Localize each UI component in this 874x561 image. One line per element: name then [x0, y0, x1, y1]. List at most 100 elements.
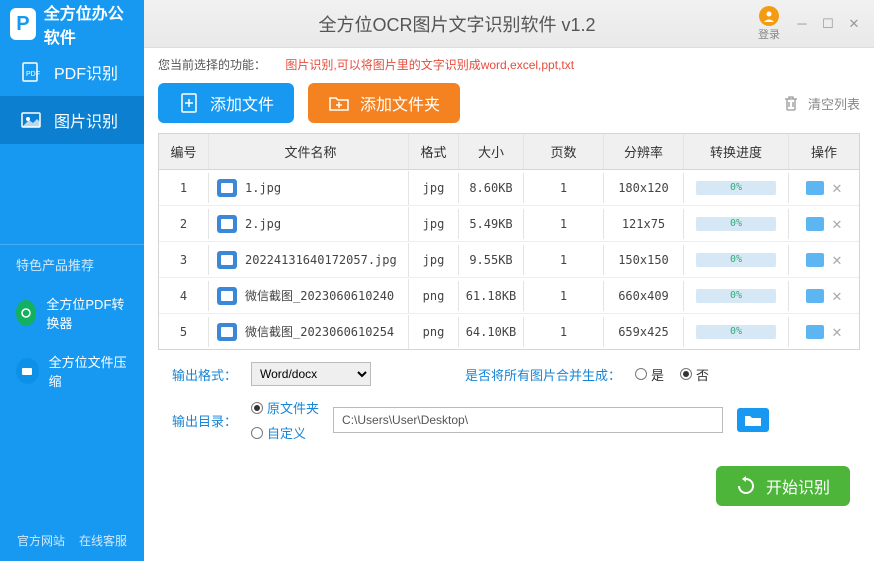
function-description-row: 您当前选择的功能： 图片识别,可以将图片里的文字识别成word,excel,pp… — [144, 48, 874, 77]
cell-name: 微信截图_2023060610254 — [209, 315, 409, 349]
cell-size: 8.60KB — [459, 173, 524, 203]
radio-icon — [680, 368, 692, 380]
open-folder-button[interactable] — [806, 325, 824, 339]
cell-name: 微信截图_2023060610240 — [209, 279, 409, 313]
cell-format: jpg — [409, 209, 459, 239]
official-site-link[interactable]: 官方网站 — [17, 532, 65, 549]
nav-pdf-recognition[interactable]: PDF PDF识别 — [0, 48, 144, 96]
maximize-button[interactable]: ☐ — [820, 16, 836, 32]
cell-resolution: 180x120 — [604, 173, 684, 203]
app-title: 全方位OCR图片文字识别软件 v1.2 — [156, 11, 758, 37]
titlebar: 全方位OCR图片文字识别软件 v1.2 登录 ─ ☐ ✕ — [144, 0, 874, 48]
dir-original-radio[interactable]: 原文件夹 — [251, 398, 319, 417]
output-path-input[interactable] — [333, 407, 723, 433]
cell-size: 5.49KB — [459, 209, 524, 239]
remove-row-button[interactable]: ✕ — [832, 322, 842, 341]
cell-progress: 0% — [684, 209, 789, 239]
open-folder-button[interactable] — [806, 253, 824, 267]
open-folder-button[interactable] — [806, 181, 824, 195]
nav-label: PDF识别 — [54, 60, 118, 84]
app-logo-icon — [10, 8, 36, 40]
customer-service-link[interactable]: 在线客服 — [79, 532, 127, 549]
table-row[interactable]: 22.jpgjpg5.49KB1121x750%✕ — [159, 206, 859, 242]
table-header: 编号 文件名称 格式 大小 页数 分辨率 转换进度 操作 — [159, 134, 859, 170]
table-row[interactable]: 4微信截图_2023060610240png61.18KB1660x4090%✕ — [159, 278, 859, 314]
output-dir-label: 输出目录： — [172, 411, 237, 430]
browse-folder-button[interactable] — [737, 408, 769, 432]
toolbar: 添加文件 添加文件夹 清空列表 — [144, 77, 874, 133]
remove-row-button[interactable]: ✕ — [832, 178, 842, 197]
remove-row-button[interactable]: ✕ — [832, 250, 842, 269]
remove-row-button[interactable]: ✕ — [832, 286, 842, 305]
refresh-icon — [736, 476, 756, 496]
merge-no-radio[interactable]: 否 — [680, 365, 709, 384]
open-folder-button[interactable] — [806, 217, 824, 231]
cell-progress: 0% — [684, 173, 789, 203]
login-button[interactable]: 登录 — [758, 6, 780, 42]
compress-icon — [16, 358, 39, 384]
settings-panel: 输出格式： Word/docx 是否将所有图片合并生成： 是 否 输出目录： 原… — [144, 350, 874, 466]
logo-area: 全方位办公软件 — [0, 0, 144, 48]
cell-name: 1.jpg — [209, 171, 409, 205]
output-format-select[interactable]: Word/docx — [251, 362, 371, 386]
add-folder-button[interactable]: 添加文件夹 — [308, 83, 460, 123]
cell-format: png — [409, 317, 459, 347]
cell-pages: 1 — [524, 173, 604, 203]
cell-size: 61.18KB — [459, 281, 524, 311]
add-file-button[interactable]: 添加文件 — [158, 83, 294, 123]
radio-icon — [251, 402, 263, 414]
cell-progress: 0% — [684, 245, 789, 275]
cell-progress: 0% — [684, 281, 789, 311]
open-folder-button[interactable] — [806, 289, 824, 303]
start-recognition-button[interactable]: 开始识别 — [716, 466, 850, 506]
cell-index: 1 — [159, 173, 209, 203]
cell-index: 3 — [159, 245, 209, 275]
radio-icon — [251, 427, 263, 439]
minimize-button[interactable]: ─ — [794, 16, 810, 32]
clear-list-button[interactable]: 清空列表 — [782, 94, 860, 113]
close-button[interactable]: ✕ — [846, 16, 862, 32]
image-file-icon — [217, 215, 237, 233]
progress-bar: 0% — [696, 181, 776, 195]
pdf-icon: PDF — [20, 61, 42, 83]
th-size: 大小 — [459, 134, 524, 169]
cell-pages: 1 — [524, 281, 604, 311]
progress-bar: 0% — [696, 217, 776, 231]
trash-icon — [782, 94, 800, 112]
merge-yes-radio[interactable]: 是 — [635, 365, 664, 384]
main-area: 全方位OCR图片文字识别软件 v1.2 登录 ─ ☐ ✕ 您当前选择的功能： 图… — [144, 0, 874, 561]
image-file-icon — [217, 179, 237, 197]
button-label: 开始识别 — [766, 474, 830, 498]
image-file-icon — [217, 323, 237, 341]
merge-label: 是否将所有图片合并生成： — [465, 365, 621, 384]
table-row[interactable]: 5微信截图_2023060610254png64.10KB1659x4250%✕ — [159, 314, 859, 349]
promo-header: 特色产品推荐 — [0, 244, 144, 284]
button-label: 添加文件夹 — [360, 91, 440, 115]
progress-bar: 0% — [696, 253, 776, 267]
table-row[interactable]: 11.jpgjpg8.60KB1180x1200%✕ — [159, 170, 859, 206]
login-label: 登录 — [758, 26, 780, 42]
start-row: 开始识别 — [144, 466, 874, 520]
app-logo-text: 全方位办公软件 — [44, 0, 134, 48]
nav-image-recognition[interactable]: 图片识别 — [0, 96, 144, 144]
cell-pages: 1 — [524, 317, 604, 347]
promo-pdf-converter[interactable]: 全方位PDF转换器 — [0, 284, 144, 342]
dir-custom-radio[interactable]: 自定义 — [251, 423, 319, 442]
file-add-icon — [178, 92, 200, 114]
cell-index: 4 — [159, 281, 209, 311]
cell-progress: 0% — [684, 317, 789, 347]
th-resolution: 分辨率 — [604, 134, 684, 169]
table-body: 11.jpgjpg8.60KB1180x1200%✕22.jpgjpg5.49K… — [159, 170, 859, 349]
cell-pages: 1 — [524, 245, 604, 275]
footer-links: 官方网站 在线客服 — [0, 520, 144, 561]
folder-add-icon — [328, 92, 350, 114]
dir-radio-group: 原文件夹 自定义 — [251, 398, 319, 442]
remove-row-button[interactable]: ✕ — [832, 214, 842, 233]
promo-file-compress[interactable]: 全方位文件压缩 — [0, 342, 144, 400]
table-row[interactable]: 320224131640172057.jpgjpg9.55KB1150x1500… — [159, 242, 859, 278]
merge-radio-group: 是 否 — [635, 365, 709, 384]
cell-operations: ✕ — [789, 206, 859, 241]
th-progress: 转换进度 — [684, 134, 789, 169]
cell-format: png — [409, 281, 459, 311]
cell-operations: ✕ — [789, 278, 859, 313]
